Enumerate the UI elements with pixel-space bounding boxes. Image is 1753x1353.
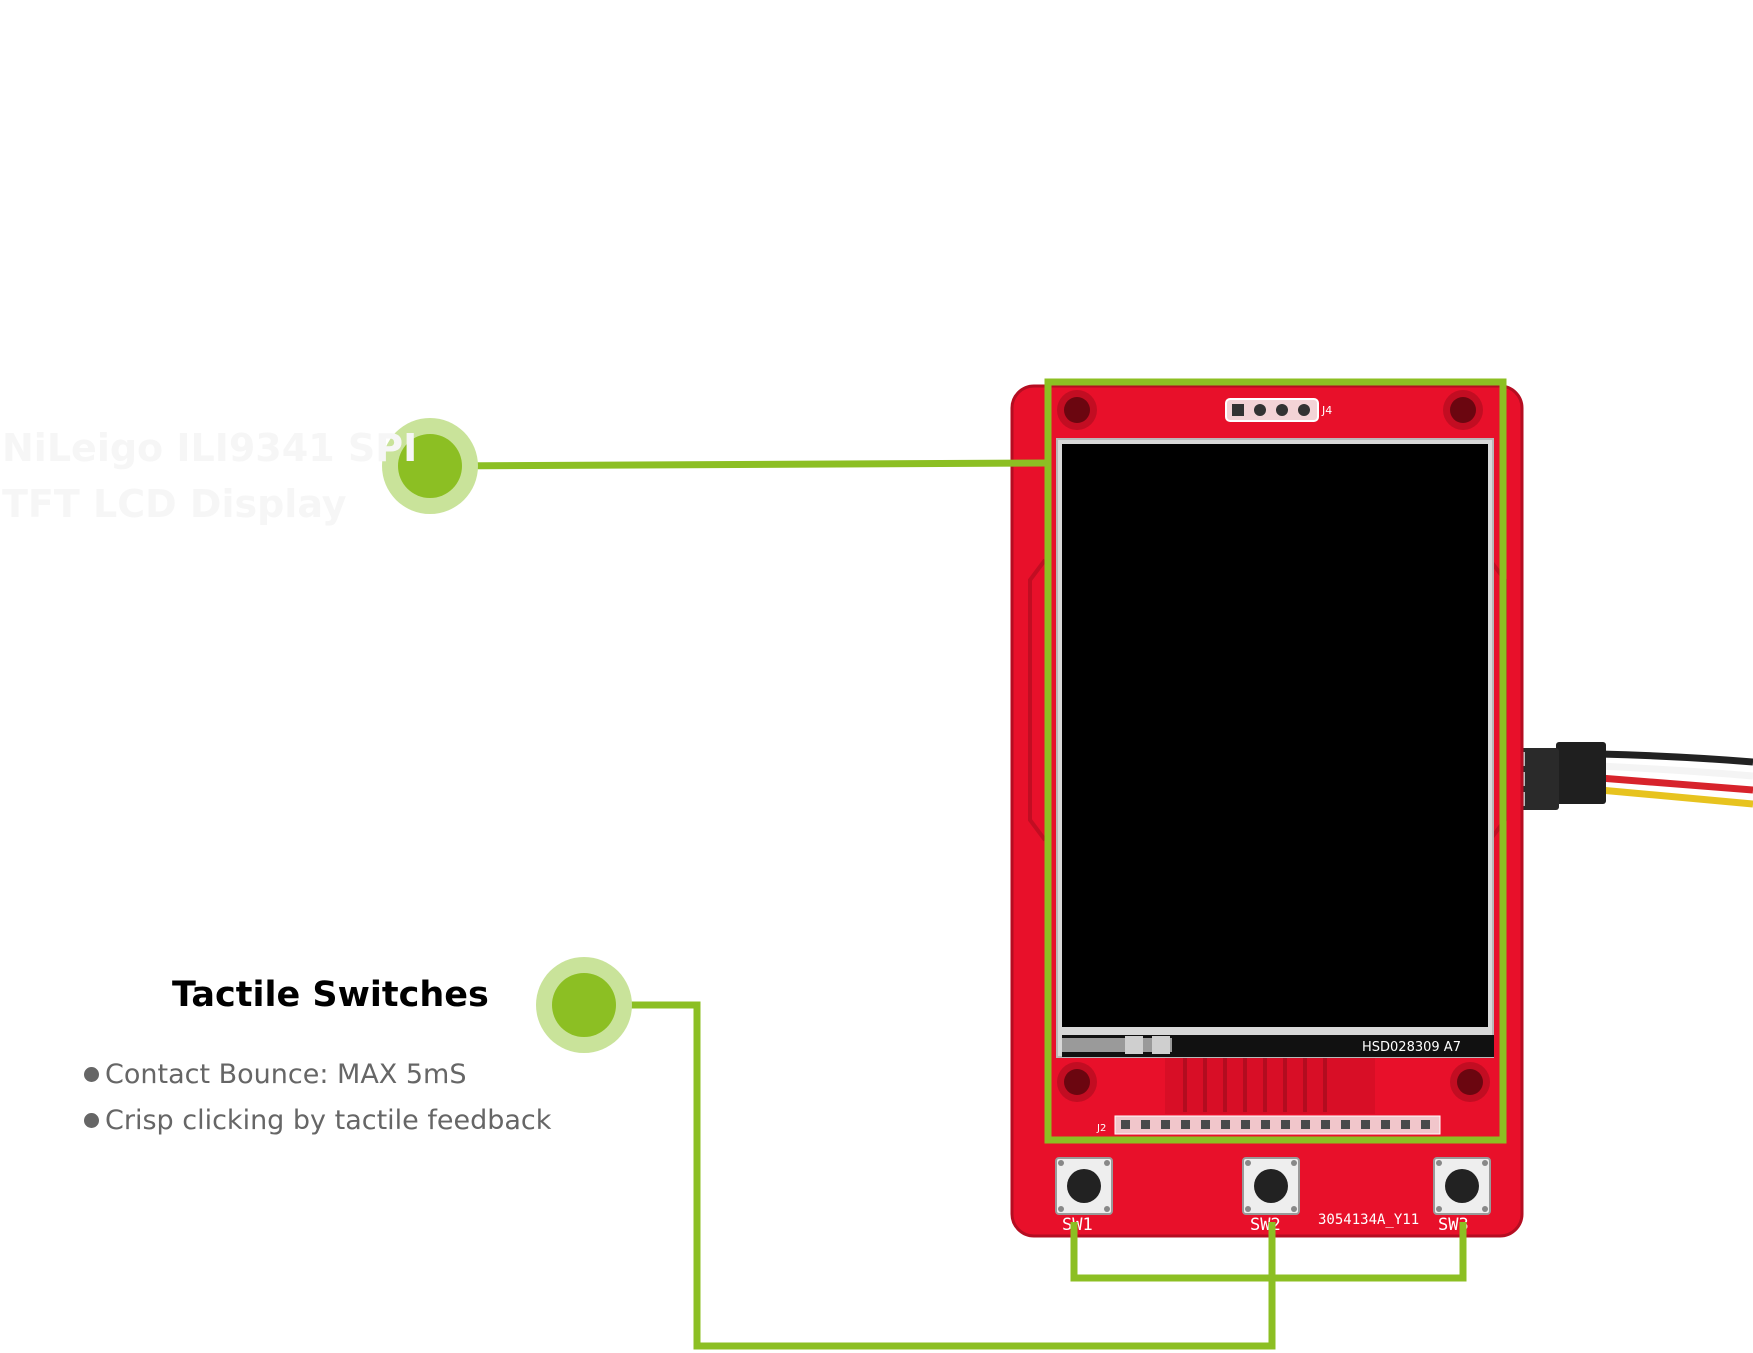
cable — [1515, 742, 1753, 810]
header-j4-label: J4 — [1321, 404, 1332, 417]
switch-callout-title: Tactile Switches — [172, 975, 489, 1015]
feature-text: Contact Bounce: MAX 5mS — [105, 1059, 467, 1090]
board-illustration: J4 J2 HSD028309 A7 SW1 SW2 SW3 3054134A_… — [382, 378, 1753, 1350]
display-callout-title-line-2: TFT LCD Display — [2, 482, 347, 526]
list-item: Crisp clicking by tactile feedback — [84, 1098, 551, 1144]
display-leader-line — [429, 459, 1049, 470]
bullet-dot-icon — [84, 1067, 99, 1082]
tactile-switch-3 — [1433, 1157, 1491, 1215]
switch-callout-marker — [552, 973, 616, 1037]
list-item: Contact Bounce: MAX 5mS — [84, 1052, 551, 1098]
panel-model-label: HSD028309 A7 — [1362, 1040, 1461, 1055]
tactile-switch-2 — [1242, 1157, 1300, 1215]
header-j2-label: J2 — [1096, 1123, 1106, 1134]
lcd-panel: HSD028309 A7 — [1056, 438, 1494, 1058]
switch-features-list: Contact Bounce: MAX 5mS Crisp clicking b… — [84, 1052, 551, 1144]
diagram-stage: J4 J2 HSD028309 A7 SW1 SW2 SW3 3054134A_… — [0, 0, 1753, 1353]
lcd-screen — [1062, 444, 1488, 1027]
feature-text: Crisp clicking by tactile feedback — [105, 1105, 552, 1136]
tactile-switch-1 — [1055, 1157, 1113, 1215]
display-callout-title: NiLeigo ILI9341 SPI TFT LCD Display — [2, 420, 417, 532]
board-part-number: 3054134A_Y11 — [1318, 1212, 1419, 1228]
switch-sw2-label: SW2 — [1250, 1215, 1281, 1235]
bullet-dot-icon — [84, 1113, 99, 1128]
display-callout-title-line-1: NiLeigo ILI9341 SPI — [2, 426, 418, 470]
